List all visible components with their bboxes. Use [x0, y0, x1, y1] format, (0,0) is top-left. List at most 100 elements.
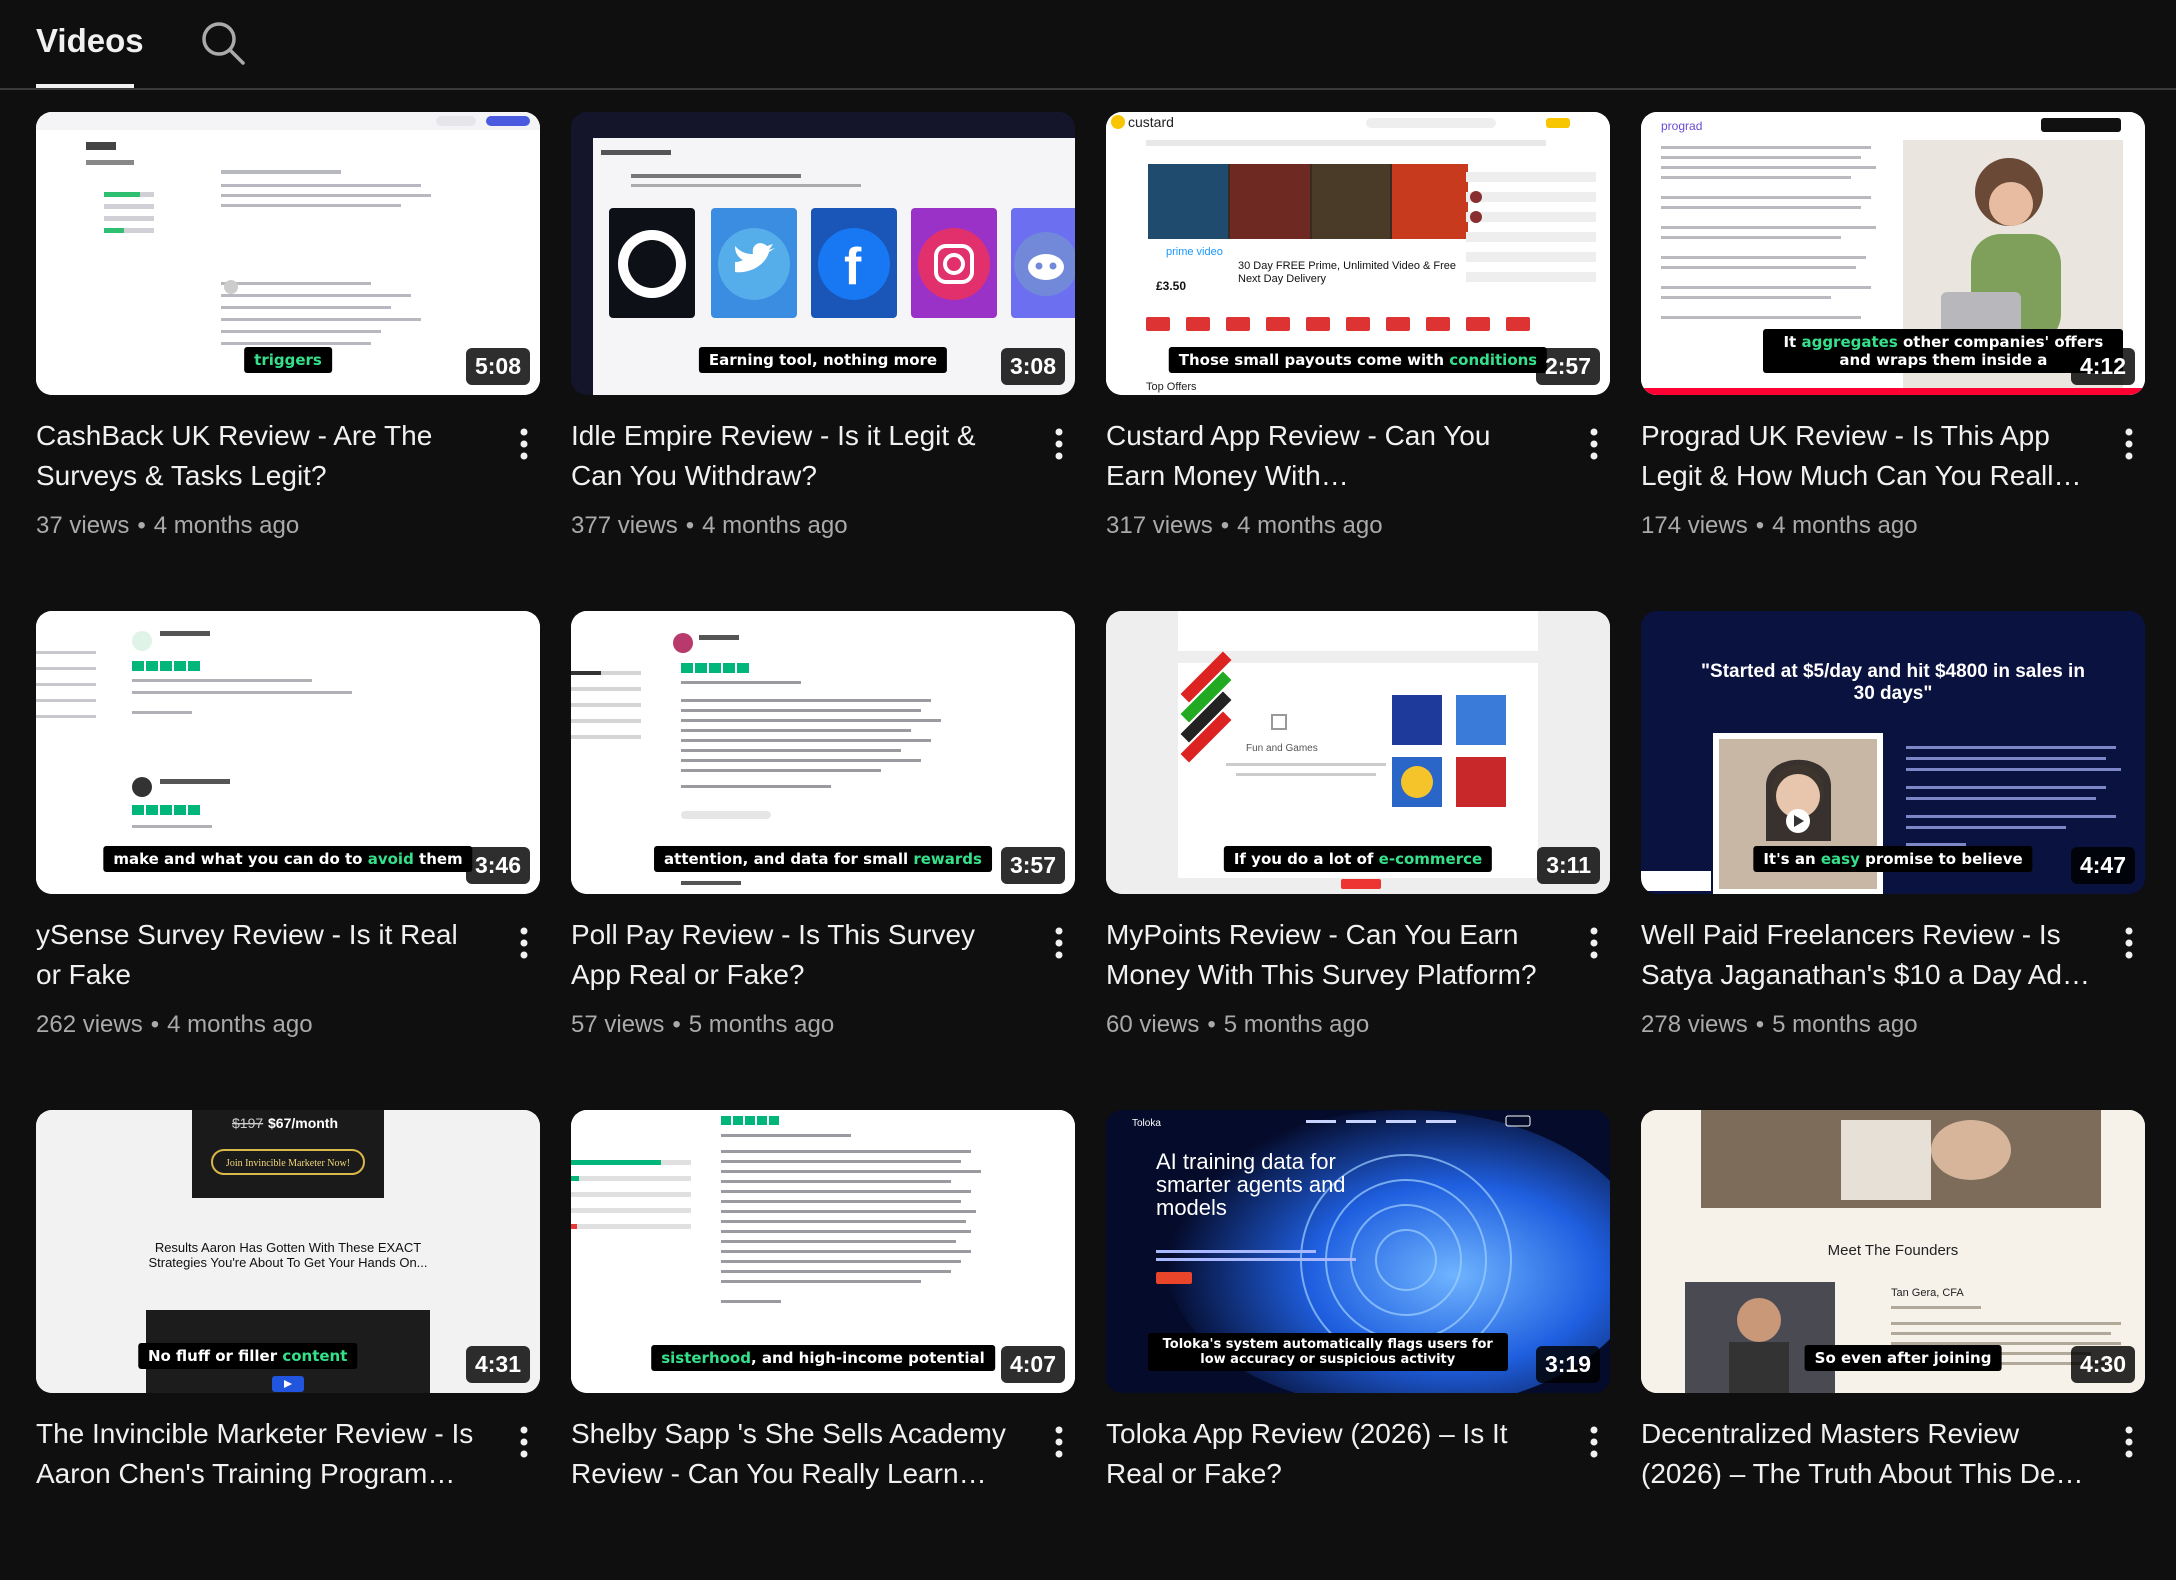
video-thumbnail[interactable]: "Started at $5/day and hit $4800 in sale… — [1641, 611, 2145, 894]
video-thumbnail[interactable]: prograd It aggregates other companies' o… — [1641, 112, 2145, 395]
video-thumbnail[interactable]: custard prime video 30 Day FREE Prime, U… — [1106, 112, 1610, 395]
view-count: 278 views — [1641, 1011, 1748, 1038]
invincible-results: Results Aaron Has Gotten With These EXAC… — [148, 1240, 428, 1270]
thumbnail-caption: triggers — [244, 347, 332, 373]
upload-age: 4 months ago — [702, 512, 848, 539]
video-thumbnail[interactable]: $197 $67/month Join Invincible Marketer … — [36, 1110, 540, 1393]
video-meta: 174 views • 4 months ago — [1641, 512, 1918, 539]
more-options-icon[interactable] — [2117, 1422, 2141, 1462]
invincible-price-new: $67/month — [268, 1115, 338, 1131]
video-duration: 3:08 — [1000, 348, 1065, 385]
more-options-icon[interactable] — [2117, 424, 2141, 464]
video-title[interactable]: Well Paid Freelancers Review - Is Satya … — [1641, 915, 2091, 995]
svg-text:f: f — [844, 238, 862, 296]
upload-age: 5 months ago — [1772, 1011, 1918, 1038]
view-count: 57 views — [571, 1011, 665, 1038]
video-title[interactable]: Poll Pay Review - Is This Survey App Rea… — [571, 915, 1021, 995]
video-title[interactable]: CashBack UK Review - Are The Surveys & T… — [36, 416, 486, 496]
thumbnail-caption: Earning tool, nothing more — [698, 347, 948, 373]
view-count: 262 views — [36, 1011, 143, 1038]
toloka-headline: AI training data for smarter agents and … — [1156, 1150, 1346, 1220]
more-options-icon[interactable] — [1582, 424, 1606, 464]
upload-age: 4 months ago — [1237, 512, 1383, 539]
video-duration: 3:46 — [465, 847, 530, 884]
upload-age: 5 months ago — [1223, 1011, 1370, 1038]
video-duration: 5:08 — [465, 348, 530, 385]
video-card: Toloka AI training data for smarter agen… — [1106, 1110, 1610, 1580]
video-title[interactable]: ySense Survey Review - Is it Real or Fak… — [36, 915, 486, 995]
custard-logo: custard — [1128, 114, 1174, 130]
upload-age: 5 months ago — [688, 1011, 835, 1038]
more-options-icon[interactable] — [512, 1422, 536, 1462]
video-meta: 60 views • 5 months ago — [1106, 1011, 1370, 1038]
more-options-icon[interactable] — [1582, 1422, 1606, 1462]
dm-heading: Meet The Founders — [1827, 1242, 1959, 1259]
wpf-quote: "Started at $5/day and hit $4800 in sale… — [1701, 661, 2085, 704]
video-card: $197 $67/month Join Invincible Marketer … — [36, 1110, 540, 1580]
video-meta: 262 views • 4 months ago — [36, 1011, 313, 1038]
dm-name: Tan Gera, CFA — [1891, 1287, 1964, 1299]
channel-tabs-bar: Videos — [0, 0, 2176, 90]
video-card: f Earning tool, nothing more 3:08 Idle E… — [571, 112, 1075, 582]
video-duration: 3:19 — [1535, 1346, 1600, 1383]
video-duration: 4:07 — [1000, 1346, 1065, 1383]
more-options-icon[interactable] — [512, 424, 536, 464]
thumbnail-caption: sisterhood, and high-income potential — [651, 1345, 995, 1371]
video-duration: 4:30 — [2070, 1346, 2135, 1383]
video-title[interactable]: Decentralized Masters Review (2026) – Th… — [1641, 1414, 2091, 1494]
video-thumbnail[interactable]: Fun and Games If you do a lot of e-comme… — [1106, 611, 1610, 894]
video-title[interactable]: Idle Empire Review - Is it Legit & Can Y… — [571, 416, 1021, 496]
video-title[interactable]: The Invincible Marketer Review - Is Aaro… — [36, 1414, 486, 1494]
video-thumbnail[interactable]: triggers 5:08 — [36, 112, 540, 395]
video-card: attention, and data for small rewards 3:… — [571, 611, 1075, 1081]
more-options-icon[interactable] — [1047, 1422, 1071, 1462]
video-card: triggers 5:08 CashBack UK Review - Are T… — [36, 112, 540, 582]
video-thumbnail[interactable]: make and what you can do to avoid them 3… — [36, 611, 540, 894]
video-thumbnail[interactable]: attention, and data for small rewards 3:… — [571, 611, 1075, 894]
video-thumbnail[interactable]: sisterhood, and high-income potential 4:… — [571, 1110, 1075, 1393]
video-thumbnail[interactable]: Toloka AI training data for smarter agen… — [1106, 1110, 1610, 1393]
video-card: "Started at $5/day and hit $4800 in sale… — [1641, 611, 2145, 1081]
video-meta: 317 views • 4 months ago — [1106, 512, 1383, 539]
more-options-icon[interactable] — [1047, 424, 1071, 464]
video-title[interactable]: MyPoints Review - Can You Earn Money Wit… — [1106, 915, 1556, 995]
video-duration: 4:47 — [2070, 847, 2135, 884]
more-options-icon[interactable] — [512, 923, 536, 963]
tab-active-underline — [36, 84, 134, 88]
thumbnail-caption: It's an easy promise to believe — [1753, 846, 2033, 872]
video-title[interactable]: Custard App Review - Can You Earn Money … — [1106, 416, 1556, 496]
video-title[interactable]: Shelby Sapp 's She Sells Academy Review … — [571, 1414, 1021, 1494]
video-meta: 37 views • 4 months ago — [36, 512, 300, 539]
upload-age: 4 months ago — [167, 1011, 313, 1038]
invincible-join: Join Invincible Marketer Now! — [226, 1158, 350, 1169]
search-icon[interactable] — [198, 18, 248, 68]
custard-offer: 30 Day FREE Prime, Unlimited Video & Fre… — [1238, 260, 1457, 285]
video-duration: 4:12 — [2070, 348, 2135, 385]
thumbnail-caption: It aggregates other companies' offers an… — [1763, 329, 2124, 373]
video-card: sisterhood, and high-income potential 4:… — [571, 1110, 1075, 1580]
custard-prime: prime video — [1166, 246, 1223, 258]
video-title[interactable]: Toloka App Review (2026) – Is It Real or… — [1106, 1414, 1556, 1494]
video-title[interactable]: Prograd UK Review - Is This App Legit & … — [1641, 416, 2091, 496]
custard-top-offers: Top Offers — [1146, 381, 1197, 393]
tab-videos[interactable]: Videos — [36, 22, 144, 60]
thumbnail-caption: No fluff or filler content — [137, 1343, 358, 1369]
video-thumbnail[interactable]: Meet The Founders Tan Gera, CFA So even … — [1641, 1110, 2145, 1393]
prograd-logo: prograd — [1661, 119, 1702, 133]
upload-age: 4 months ago — [153, 512, 300, 539]
custard-price: £3.50 — [1156, 279, 1186, 293]
video-card: make and what you can do to avoid them 3… — [36, 611, 540, 1081]
upload-age: 4 months ago — [1772, 512, 1918, 539]
mypoints-label: Fun and Games — [1246, 743, 1318, 754]
toloka-logo: Toloka — [1132, 1118, 1161, 1129]
video-duration: 4:31 — [465, 1346, 530, 1383]
thumbnail-caption: If you do a lot of e-commerce — [1223, 846, 1493, 872]
view-count: 37 views — [36, 512, 130, 539]
more-options-icon[interactable] — [1047, 923, 1071, 963]
more-options-icon[interactable] — [2117, 923, 2141, 963]
thumbnail-caption: Toloka's system automatically flags user… — [1147, 1333, 1508, 1371]
video-duration: 3:57 — [1000, 847, 1065, 884]
video-card: custard prime video 30 Day FREE Prime, U… — [1106, 112, 1610, 582]
video-thumbnail[interactable]: f Earning tool, nothing more 3:08 — [571, 112, 1075, 395]
more-options-icon[interactable] — [1582, 923, 1606, 963]
